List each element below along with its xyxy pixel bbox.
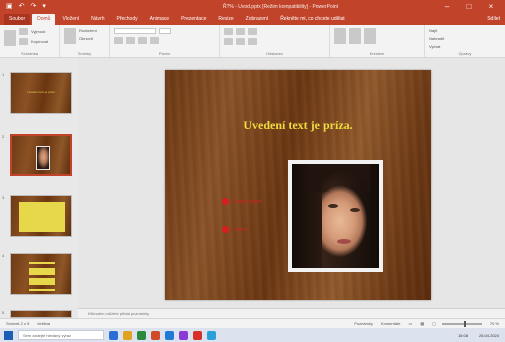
arrange-icon[interactable] xyxy=(349,28,361,44)
slide-thumbnail-3[interactable]: 3 xyxy=(2,195,72,237)
status-bar: Snímek 2 z 5 čeština Poznámky Komentáře … xyxy=(0,318,505,328)
language-indicator[interactable]: čeština xyxy=(37,321,50,326)
ribbon-tabs: Soubor Domů Vložení Návrh Přechody Anima… xyxy=(0,14,505,25)
reading-view-icon[interactable]: ▢ xyxy=(432,321,436,326)
title-bar: ▣ ↶ ↷ ▾ Ř?% - Uvod.pptx [Režim kompatibi… xyxy=(0,0,505,14)
normal-view-icon[interactable]: ▭ xyxy=(409,321,413,326)
undo-icon[interactable]: ↶ xyxy=(19,0,25,14)
taskbar-app-icon[interactable] xyxy=(165,330,174,340)
underline-icon[interactable] xyxy=(138,37,147,44)
close-button[interactable]: × xyxy=(485,0,497,14)
zoom-slider[interactable] xyxy=(441,320,482,327)
share-button[interactable]: Sdílet xyxy=(482,14,505,25)
bold-icon[interactable] xyxy=(114,37,123,44)
bullet-item[interactable]: Lorem ipsum xyxy=(222,198,262,205)
taskbar: Sem zadejte hledaný výraz 15:08 26.04.20… xyxy=(0,328,505,342)
customize-icon[interactable]: ▾ xyxy=(42,0,46,14)
quick-access-toolbar: ▣ ↶ ↷ ▾ xyxy=(0,0,120,14)
taskbar-app-icon[interactable] xyxy=(151,330,160,340)
maximize-button[interactable]: □ xyxy=(463,0,475,14)
tab-insert[interactable]: Vložení xyxy=(57,14,84,25)
slide-title[interactable]: Uvedení text je príza. xyxy=(165,118,431,133)
font-color-icon[interactable] xyxy=(150,37,159,44)
taskbar-app-icon[interactable] xyxy=(179,330,188,340)
taskbar-app-icon[interactable] xyxy=(123,330,132,340)
group-paragraph: Odstavec xyxy=(220,25,330,57)
slide-thumbnail-2[interactable]: 2 xyxy=(2,134,72,176)
start-button[interactable] xyxy=(4,330,13,340)
slide-thumbnail-1[interactable]: 1 Uvodeni text je priza xyxy=(2,72,72,114)
taskbar-app-icon[interactable] xyxy=(193,330,202,340)
taskbar-search[interactable]: Sem zadejte hledaný výraz xyxy=(18,330,104,340)
window-title: Ř?% - Uvod.pptx [Režim kompatibility] - … xyxy=(222,4,339,10)
clock-time[interactable]: 15:08 xyxy=(458,333,474,338)
align-left-icon[interactable] xyxy=(224,38,233,45)
sorter-view-icon[interactable]: ▦ xyxy=(420,321,424,326)
tab-transitions[interactable]: Přechody xyxy=(112,14,143,25)
portrait-photo[interactable] xyxy=(288,160,383,272)
indent-icon[interactable] xyxy=(248,28,257,35)
paste-icon[interactable] xyxy=(4,30,16,46)
bullets-icon[interactable] xyxy=(224,28,233,35)
quick-styles-icon[interactable] xyxy=(364,28,376,44)
comments-toggle[interactable]: Komentáře xyxy=(381,321,401,326)
bullet-item[interactable]: Lorem xyxy=(222,226,247,233)
minimize-button[interactable]: – xyxy=(441,0,453,14)
zoom-level[interactable]: 70 % xyxy=(490,321,499,326)
tab-view[interactable]: Zobrazení xyxy=(241,14,274,25)
notes-placeholder: Kliknutím můžete přidat poznámky xyxy=(88,311,150,316)
tell-me-box[interactable]: Řekněte mi, co chcete udělat xyxy=(275,14,349,25)
slide-thumbnail-5[interactable]: 5 xyxy=(2,310,72,318)
group-editing: Najít Nahradit Vybrat Úpravy xyxy=(429,28,472,56)
group-drawing: Kreslení xyxy=(330,25,425,57)
current-slide[interactable]: Uvedení text je príza. Lorem ipsum Lorem xyxy=(165,70,431,300)
save-icon[interactable]: ▣ xyxy=(6,0,13,14)
align-center-icon[interactable] xyxy=(236,38,245,45)
numbering-icon[interactable] xyxy=(236,28,245,35)
italic-icon[interactable] xyxy=(126,37,135,44)
copy-icon[interactable] xyxy=(19,38,28,45)
slides-panel: 1 Uvodeni text je priza 2 3 4 5 xyxy=(0,58,78,318)
tab-review[interactable]: Revize xyxy=(213,14,238,25)
tab-design[interactable]: Návrh xyxy=(86,14,109,25)
tab-animations[interactable]: Animace xyxy=(145,14,174,25)
slide-canvas: Uvedení text je príza. Lorem ipsum Lorem xyxy=(78,58,505,308)
notes-pane[interactable]: Kliknutím můžete přidat poznámky xyxy=(78,308,505,318)
shapes-icon[interactable] xyxy=(334,28,346,44)
tab-home[interactable]: Domů xyxy=(32,14,56,25)
clock-date[interactable]: 26.04.2024 xyxy=(479,333,505,338)
taskbar-app-icon[interactable] xyxy=(137,330,146,340)
group-slides: Rozložení Obnovit Snímky xyxy=(60,25,110,57)
bullet-icon xyxy=(222,226,229,233)
font-name-box[interactable] xyxy=(114,28,156,34)
slide-thumbnail-4[interactable]: 4 xyxy=(2,253,72,295)
bullet-icon xyxy=(222,198,229,205)
taskbar-app-icon[interactable] xyxy=(109,330,118,340)
group-font: Písmo xyxy=(110,25,220,57)
tab-file[interactable]: Soubor xyxy=(4,14,31,25)
redo-icon[interactable]: ↷ xyxy=(31,0,37,14)
cut-icon[interactable] xyxy=(19,28,28,35)
ribbon: Vyjmout Kopírovat Schránka Rozložení Obn… xyxy=(0,25,505,58)
thumbnail-photo xyxy=(36,146,50,170)
taskbar-app-icon[interactable] xyxy=(207,330,216,340)
slide-indicator: Snímek 2 z 5 xyxy=(6,321,30,326)
font-size-box[interactable] xyxy=(159,28,171,34)
new-slide-icon[interactable] xyxy=(64,28,76,44)
group-clipboard: Vyjmout Kopírovat Schránka xyxy=(0,25,60,57)
notes-toggle[interactable]: Poznámky xyxy=(354,321,373,326)
tab-slideshow[interactable]: Prezentace xyxy=(176,14,211,25)
align-right-icon[interactable] xyxy=(248,38,257,45)
